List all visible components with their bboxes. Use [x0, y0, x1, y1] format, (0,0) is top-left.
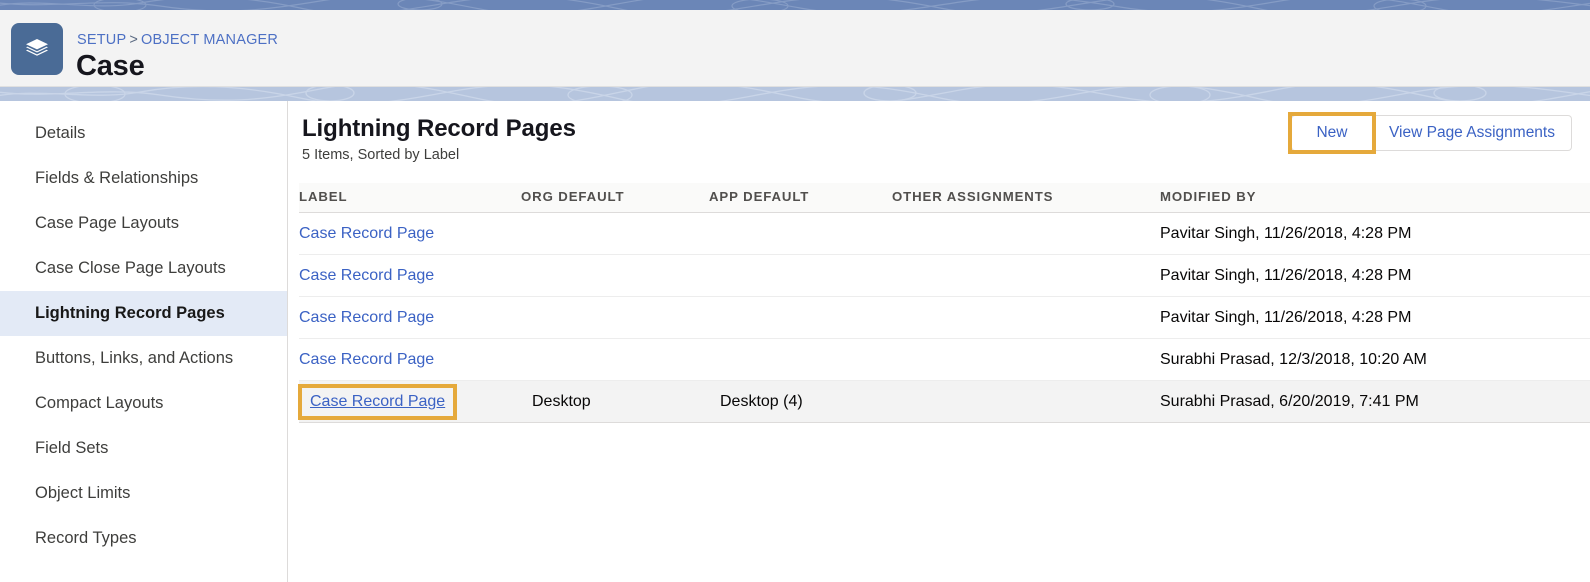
cell-other-assignments — [892, 254, 1160, 297]
sidebar-item-field-sets[interactable]: Field Sets — [0, 426, 287, 471]
table-header-row: LABEL ORG DEFAULT APP DEFAULT OTHER ASSI… — [299, 183, 1590, 213]
sidebar-item-case-close-page-layouts[interactable]: Case Close Page Layouts — [0, 246, 287, 291]
cell-label: Case Record Page — [299, 254, 521, 297]
layers-stack-icon — [11, 23, 63, 75]
sidebar-item-details[interactable]: Details — [0, 111, 287, 156]
table-header: LABEL ORG DEFAULT APP DEFAULT OTHER ASSI… — [299, 183, 1590, 213]
cell-other-assignments — [892, 296, 1160, 339]
sidebar-item-label: Fields & Relationships — [35, 169, 199, 187]
cell-org-default — [521, 338, 709, 381]
table-row-selected[interactable]: Case Record Page Desktop Desktop (4) Sur… — [297, 380, 1590, 423]
sidebar-item-label: Buttons, Links, and Actions — [35, 349, 234, 367]
cell-modified-by: Surabhi Prasad, 6/20/2019, 7:41 PM — [1160, 380, 1590, 423]
table-row[interactable]: Case Record Page Pavitar Singh, 11/26/20… — [299, 212, 1590, 255]
sidebar-item-object-limits[interactable]: Object Limits — [0, 471, 287, 516]
record-page-link[interactable]: Case Record Page — [299, 309, 434, 326]
cell-modified-by: Surabhi Prasad, 12/3/2018, 10:20 AM — [1160, 338, 1590, 381]
decorative-top-band — [0, 0, 1590, 10]
column-header-org-default[interactable]: ORG DEFAULT — [521, 183, 709, 213]
column-header-label[interactable]: LABEL — [299, 183, 521, 213]
record-page-link[interactable]: Case Record Page — [299, 267, 434, 284]
column-header-modified-by[interactable]: MODIFIED BY — [1160, 183, 1590, 213]
cell-label: Case Record Page — [299, 212, 521, 255]
cell-other-assignments — [892, 212, 1160, 255]
breadcrumb-link-object-manager[interactable]: OBJECT MANAGER — [141, 32, 278, 48]
new-button[interactable]: New — [1290, 115, 1373, 151]
cell-app-default — [709, 338, 892, 381]
list-header-actions: New View Page Assignments — [1287, 112, 1572, 154]
sidebar-item-case-page-layouts[interactable]: Case Page Layouts — [0, 201, 287, 246]
org-default-value: Desktop — [532, 392, 591, 410]
cell-org-default — [521, 212, 709, 255]
lightning-record-pages-panel: Lightning Record Pages 5 Items, Sorted b… — [288, 101, 1590, 582]
page-title: Case — [76, 50, 145, 82]
column-header-other-assignments[interactable]: OTHER ASSIGNMENTS — [892, 183, 1160, 213]
list-header: Lightning Record Pages 5 Items, Sorted b… — [288, 101, 1590, 183]
sidebar-item-record-types[interactable]: Record Types — [0, 516, 287, 561]
sidebar-item-label: Lightning Record Pages — [35, 304, 225, 322]
sidebar-item-label: Case Page Layouts — [35, 214, 180, 232]
object-manager-sidebar: Details Fields & Relationships Case Page… — [0, 101, 288, 582]
table-row[interactable]: Case Record Page Surabhi Prasad, 12/3/20… — [299, 338, 1590, 381]
table-body: Case Record Page Pavitar Singh, 11/26/20… — [297, 212, 1590, 423]
record-page-link[interactable]: Case Record Page — [299, 351, 434, 368]
cell-other-assignments — [892, 380, 1160, 423]
cell-label: Case Record Page — [299, 338, 521, 381]
breadcrumb-separator: > — [129, 32, 139, 48]
cell-app-default — [709, 254, 892, 297]
breadcrumb-link-setup[interactable]: SETUP — [77, 32, 126, 48]
record-page-link[interactable]: Case Record Page — [310, 393, 445, 410]
table-row[interactable]: Case Record Page Pavitar Singh, 11/26/20… — [299, 296, 1590, 339]
salesforce-setup-page: SETUP > OBJECT MANAGER Case Details Fiel… — [0, 0, 1590, 582]
decorative-mid-band — [0, 87, 1590, 101]
cell-org-default — [521, 296, 709, 339]
sidebar-item-compact-layouts[interactable]: Compact Layouts — [0, 381, 287, 426]
sidebar-item-label: Record Types — [35, 529, 137, 547]
sidebar-item-lightning-record-pages[interactable]: Lightning Record Pages — [0, 291, 287, 336]
sidebar-item-label: Details — [35, 124, 86, 142]
record-pages-table-area: LABEL ORG DEFAULT APP DEFAULT OTHER ASSI… — [288, 183, 1590, 423]
sidebar-item-label: Object Limits — [35, 484, 131, 502]
cell-app-default — [709, 212, 892, 255]
page-body: Details Fields & Relationships Case Page… — [0, 101, 1590, 582]
cell-app-default — [709, 296, 892, 339]
setup-header: SETUP > OBJECT MANAGER Case — [0, 10, 1590, 87]
cell-modified-by: Pavitar Singh, 11/26/2018, 4:28 PM — [1160, 212, 1590, 255]
app-default-value: Desktop (4) — [720, 392, 803, 410]
cell-label: Case Record Page — [297, 380, 521, 423]
cell-org-default: Desktop — [521, 380, 709, 423]
lightning-record-pages-table: LABEL ORG DEFAULT APP DEFAULT OTHER ASSI… — [297, 183, 1590, 423]
sidebar-item-label: Field Sets — [35, 439, 109, 457]
record-page-link[interactable]: Case Record Page — [299, 225, 434, 242]
sidebar-item-label: Compact Layouts — [35, 394, 164, 412]
sidebar-item-buttons-links-actions[interactable]: Buttons, Links, and Actions — [0, 336, 287, 381]
cell-modified-by: Pavitar Singh, 11/26/2018, 4:28 PM — [1160, 296, 1590, 339]
cell-app-default: Desktop (4) — [709, 380, 892, 423]
cell-modified-by: Pavitar Singh, 11/26/2018, 4:28 PM — [1160, 254, 1590, 297]
sidebar-item-label: Case Close Page Layouts — [35, 259, 226, 277]
column-header-app-default[interactable]: APP DEFAULT — [709, 183, 892, 213]
cell-label: Case Record Page — [299, 296, 521, 339]
breadcrumb: SETUP > OBJECT MANAGER — [77, 32, 278, 48]
view-page-assignments-button[interactable]: View Page Assignments — [1372, 115, 1572, 151]
sidebar-item-fields-relationships[interactable]: Fields & Relationships — [0, 156, 287, 201]
cell-other-assignments — [892, 338, 1160, 381]
new-button-highlight: New — [1287, 112, 1376, 154]
record-page-link-highlight: Case Record Page — [297, 383, 458, 420]
cell-org-default — [521, 254, 709, 297]
table-row[interactable]: Case Record Page Pavitar Singh, 11/26/20… — [299, 254, 1590, 297]
